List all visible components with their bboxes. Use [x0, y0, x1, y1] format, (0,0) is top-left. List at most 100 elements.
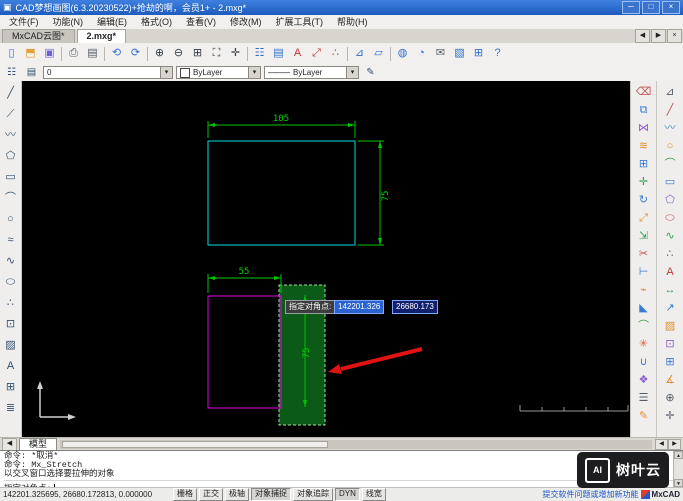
zoom-out-icon[interactable]: ⊖ [169, 45, 188, 62]
dimension-icon[interactable]: ↔ [660, 281, 680, 299]
ellipse-tool-icon[interactable]: ⬭ [2, 272, 20, 293]
tab-model[interactable]: 模型 [19, 437, 58, 451]
menu-item-8[interactable]: 帮助(H) [330, 16, 375, 29]
move-icon[interactable]: ✛ [634, 173, 654, 191]
chevron-down-icon[interactable]: ▾ [248, 67, 260, 78]
layer-select[interactable]: 0 ▾ [43, 66, 173, 79]
doc-tab-2[interactable]: 2.mxg* [76, 29, 127, 43]
group-icon[interactable]: ❖ [634, 371, 654, 389]
help-icon[interactable]: ? [488, 45, 507, 62]
fillet-icon[interactable]: ⌒ [634, 317, 654, 335]
hscroll-right-icon[interactable]: ▶ [668, 438, 681, 450]
point-tool-icon[interactable]: ∴ [2, 293, 20, 314]
layer-state-icon[interactable]: ▤ [23, 66, 40, 80]
rectangle-tool-icon[interactable]: ▭ [2, 167, 20, 188]
zoom-window-icon[interactable]: ⊞ [188, 45, 207, 62]
measure-icon[interactable]: ⊿ [350, 45, 369, 62]
print-preview-icon[interactable]: ▤ [83, 45, 102, 62]
match-properties-icon[interactable]: ✎ [634, 407, 654, 425]
web-icon[interactable]: ◍ [393, 45, 412, 62]
copy-icon[interactable]: ⧉ [634, 101, 654, 119]
circle-tool-icon[interactable]: ○ [2, 209, 20, 230]
cyan-rectangle[interactable] [207, 140, 356, 246]
status-toggle-2[interactable]: 正交 [199, 487, 223, 501]
trim-icon[interactable]: ✂ [634, 245, 654, 263]
tab-scroll-left-icon[interactable]: ◀ [635, 29, 650, 43]
dynamic-input-y-field[interactable]: 26680.173 [392, 300, 438, 314]
chamfer-icon[interactable]: ◣ [634, 299, 654, 317]
hscroll-left-icon[interactable]: ◀ [655, 438, 668, 450]
doc-tab-1[interactable]: MxCAD云图* [2, 29, 75, 43]
rect2-icon[interactable]: ▭ [660, 173, 680, 191]
pencil-icon[interactable]: ✎ [362, 66, 379, 80]
layout-nav-left-icon[interactable]: ◀ [2, 437, 17, 451]
status-toggle-1[interactable]: 栅格 [173, 487, 197, 501]
horizontal-scrollbar-thumb[interactable] [62, 440, 329, 448]
layers-icon[interactable]: ☷ [250, 45, 269, 62]
menu-item-6[interactable]: 修改(M) [223, 16, 269, 29]
status-toggle-6[interactable]: DYN [335, 487, 360, 501]
tab-scroll-right-icon[interactable]: ▶ [651, 29, 666, 43]
area-icon[interactable]: ▱ [369, 45, 388, 62]
menu-item-5[interactable]: 查看(V) [179, 16, 223, 29]
menu-item-1[interactable]: 文件(F) [2, 16, 46, 29]
drawing-canvas[interactable]: 105 75 55 75 指定对角点: 142201.326 26680.173 [22, 81, 630, 437]
status-toggle-7[interactable]: 线宽 [361, 487, 386, 501]
status-toggle-3[interactable]: 极轴 [225, 487, 249, 501]
angle-icon[interactable]: ∡ [660, 371, 680, 389]
menu-item-3[interactable]: 编辑(E) [90, 16, 134, 29]
ellipse2-icon[interactable]: ⬭ [660, 209, 680, 227]
zoom2-icon[interactable]: ⊕ [660, 389, 680, 407]
image-icon[interactable]: ▧ [450, 45, 469, 62]
pan-icon[interactable]: ✛ [226, 45, 245, 62]
point2-icon[interactable]: ∴ [660, 245, 680, 263]
array-icon[interactable]: ⊞ [634, 155, 654, 173]
undo-icon[interactable]: ⟲ [107, 45, 126, 62]
status-toggle-5[interactable]: 对象追踪 [293, 487, 333, 501]
extend-icon[interactable]: ⊢ [634, 263, 654, 281]
scroll-up-icon[interactable]: ▲ [674, 451, 683, 459]
ray-tool-icon[interactable]: ⟋ [2, 104, 20, 125]
text2-icon[interactable]: A [660, 263, 680, 281]
hatch-tool-icon[interactable]: ▨ [2, 335, 20, 356]
erase-icon[interactable]: ⌫ [634, 83, 654, 101]
join-icon[interactable]: ∪ [634, 353, 654, 371]
polyline2-icon[interactable]: 〰 [660, 119, 680, 137]
leader-icon[interactable]: ↗ [660, 299, 680, 317]
revcloud-tool-icon[interactable]: ≈ [2, 230, 20, 251]
command-scrollbar[interactable]: ▲ ▼ [673, 451, 683, 487]
offset-icon[interactable]: ≋ [634, 137, 654, 155]
select-icon[interactable]: ⊿ [660, 83, 680, 101]
open-file-icon[interactable]: ⬒ [21, 45, 40, 62]
line2-icon[interactable]: ╱ [660, 101, 680, 119]
horizontal-scrollbar[interactable] [60, 439, 652, 449]
polygon-tool-icon[interactable]: ⬠ [2, 146, 20, 167]
chevron-down-icon[interactable]: ▾ [346, 67, 358, 78]
zoom-in-icon[interactable]: ⊕ [150, 45, 169, 62]
hatch2-icon[interactable]: ▨ [660, 317, 680, 335]
new-file-icon[interactable]: ▯ [2, 45, 21, 62]
explode-icon[interactable]: ✳ [634, 335, 654, 353]
mail-icon[interactable]: ✉ [431, 45, 450, 62]
linetype-select[interactable]: ——— ByLayer ▾ [264, 66, 359, 79]
tab-close-icon[interactable]: × [667, 29, 682, 43]
magenta-rectangle[interactable] [207, 295, 282, 409]
rotate-icon[interactable]: ↻ [634, 191, 654, 209]
arc-tool-icon[interactable]: ⌒ [2, 188, 20, 209]
spline-tool-icon[interactable]: ∿ [2, 251, 20, 272]
feedback-link[interactable]: 提交软件问题或增加新功能 [543, 489, 639, 500]
menu-item-7[interactable]: 扩展工具(T) [269, 16, 331, 29]
point-style-icon[interactable]: ∴ [326, 45, 345, 62]
layer-manager-icon[interactable]: ☷ [3, 66, 20, 80]
line-tool-icon[interactable]: ╱ [2, 83, 20, 104]
table-icon[interactable]: ⊞ [469, 45, 488, 62]
print-icon[interactable]: ⎙ [64, 45, 83, 62]
layer-state-icon[interactable]: ▤ [269, 45, 288, 62]
stretch-icon[interactable]: ⇲ [634, 227, 654, 245]
polygon2-icon[interactable]: ⬠ [660, 191, 680, 209]
align-tool-icon[interactable]: ≣ [2, 398, 20, 419]
arc2-icon[interactable]: ⌒ [660, 155, 680, 173]
status-toggle-4[interactable]: 对象捕捉 [251, 487, 291, 501]
text-style-icon[interactable]: A [288, 45, 307, 62]
break-icon[interactable]: ⌁ [634, 281, 654, 299]
